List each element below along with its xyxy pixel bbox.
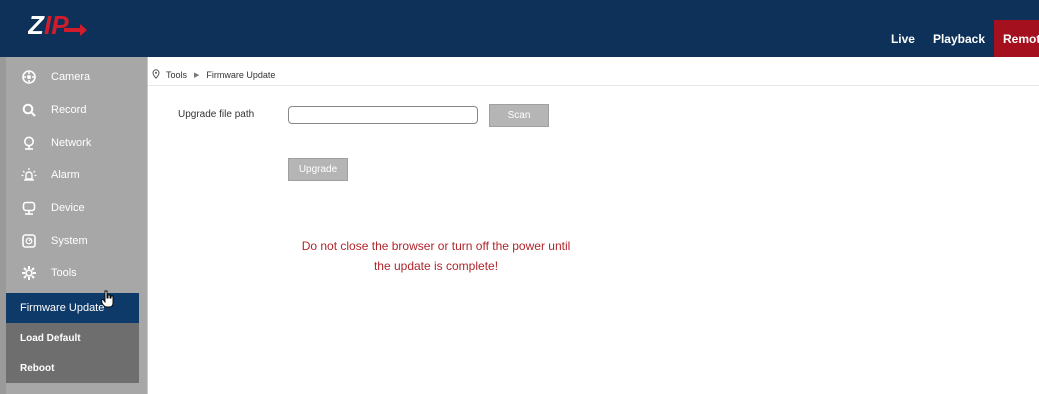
scan-button[interactable]: Scan bbox=[489, 104, 549, 127]
breadcrumb-firmware-update: Firmware Update bbox=[206, 70, 276, 80]
tools-submenu: Firmware Update Load Default Reboot bbox=[6, 293, 139, 383]
sidebar-item-label: System bbox=[51, 234, 88, 247]
submenu-firmware-update[interactable]: Firmware Update bbox=[6, 293, 139, 323]
zip-logo: Z IP bbox=[28, 10, 87, 40]
network-icon bbox=[21, 135, 37, 151]
breadcrumb-tools[interactable]: Tools bbox=[166, 70, 187, 80]
nav-live[interactable]: Live bbox=[882, 20, 924, 57]
sidebar-item-network[interactable]: Network bbox=[6, 126, 147, 159]
update-warning: Do not close the browser or turn off the… bbox=[286, 236, 586, 276]
sidebar-item-label: Alarm bbox=[51, 169, 80, 182]
upgrade-button[interactable]: Upgrade bbox=[288, 158, 348, 181]
camera-icon bbox=[21, 69, 37, 85]
breadcrumb: Tools ▶ Firmware Update bbox=[148, 65, 1039, 86]
alarm-icon bbox=[21, 167, 37, 183]
warning-line-2: the update is complete! bbox=[373, 259, 499, 273]
warning-line-1: Do not close the browser or turn off the… bbox=[301, 239, 571, 253]
device-icon bbox=[21, 200, 37, 216]
submenu-load-default[interactable]: Load Default bbox=[6, 323, 139, 353]
sidebar-item-label: Network bbox=[51, 136, 92, 149]
sidebar-item-camera[interactable]: Camera bbox=[6, 61, 147, 94]
sidebar: Camera Record Network Alarm Device Syste… bbox=[6, 57, 148, 394]
top-header: Z IP Live Playback Remote bbox=[0, 0, 1039, 57]
sidebar-item-label: Device bbox=[51, 202, 85, 215]
nav-playback[interactable]: Playback bbox=[924, 20, 994, 57]
sidebar-item-record[interactable]: Record bbox=[6, 94, 147, 127]
breadcrumb-arrow-icon: ▶ bbox=[194, 72, 200, 79]
svg-text:Z: Z bbox=[28, 10, 45, 40]
sidebar-item-label: Record bbox=[51, 104, 87, 117]
sidebar-item-system[interactable]: System bbox=[6, 224, 147, 257]
sidebar-item-label: Tools bbox=[51, 267, 77, 280]
system-icon bbox=[21, 233, 37, 249]
location-pin-icon bbox=[152, 69, 160, 81]
sidebar-item-device[interactable]: Device bbox=[6, 192, 147, 225]
nav-remote[interactable]: Remote bbox=[994, 20, 1039, 57]
hand-cursor-icon bbox=[101, 290, 114, 308]
svg-text:IP: IP bbox=[44, 10, 69, 40]
upgrade-file-path-label: Upgrade file path bbox=[178, 109, 255, 120]
sidebar-item-alarm[interactable]: Alarm bbox=[6, 159, 147, 192]
sidebar-item-tools[interactable]: Tools bbox=[6, 257, 147, 290]
gear-icon bbox=[21, 265, 37, 281]
top-nav: Live Playback Remote bbox=[882, 20, 1039, 57]
submenu-reboot[interactable]: Reboot bbox=[6, 353, 139, 383]
upgrade-file-path-input[interactable] bbox=[288, 106, 478, 124]
sidebar-item-label: Camera bbox=[51, 71, 91, 84]
search-icon bbox=[21, 102, 37, 118]
